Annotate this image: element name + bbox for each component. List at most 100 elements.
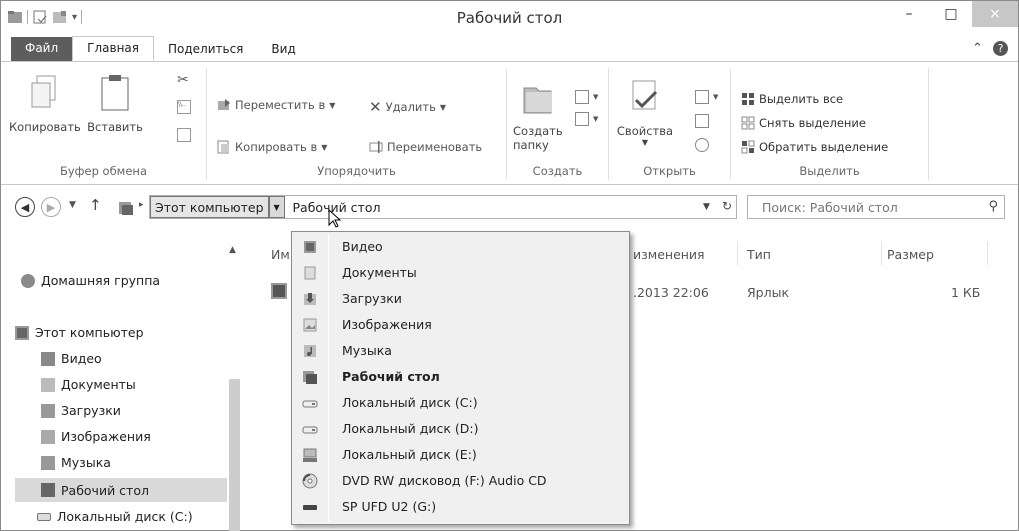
- rename-label: Переименовать: [387, 140, 483, 154]
- select-none-button[interactable]: Снять выделение: [741, 116, 866, 130]
- nav-computer[interactable]: Этот компьютер: [15, 325, 144, 340]
- breadcrumb-computer[interactable]: Этот компьютер: [150, 196, 269, 218]
- copy-button[interactable]: Копировать: [9, 74, 81, 134]
- back-button[interactable]: ◀: [15, 197, 35, 217]
- mouse-cursor-icon: [328, 209, 342, 228]
- paste-shortcut-icon[interactable]: [177, 128, 191, 142]
- chevron-down-icon: ▼: [641, 138, 649, 147]
- group-label: Упорядочить: [317, 164, 396, 178]
- scrollbar-thumb[interactable]: [229, 379, 240, 531]
- tab-home[interactable]: Главная: [72, 36, 154, 61]
- column-size-header[interactable]: Размер: [887, 247, 934, 262]
- copy-to-button[interactable]: Копировать в ▼: [217, 140, 327, 154]
- dvd-icon: [302, 473, 318, 489]
- nav-item-pictures[interactable]: Изображения: [41, 429, 151, 444]
- documents-folder-icon: [41, 377, 55, 392]
- column-date-header[interactable]: изменения: [633, 247, 705, 262]
- new-folder-label-2: папку: [513, 138, 549, 152]
- invert-selection-label: Обратить выделение: [759, 140, 889, 154]
- nav-item-video[interactable]: Видео: [41, 351, 102, 366]
- breadcrumb-chevron-icon[interactable]: ▸: [139, 200, 144, 210]
- scroll-up-icon[interactable]: ▲: [229, 245, 236, 255]
- new-folder-button[interactable]: Создать папку: [513, 78, 563, 152]
- dropdown-item-dvd[interactable]: DVD RW дисковод (F:) Audio CD: [292, 468, 629, 494]
- edit-icon[interactable]: [695, 114, 709, 128]
- maximize-button[interactable]: □: [930, 1, 972, 27]
- downloads-folder-icon: [304, 293, 316, 305]
- nav-item-label: Документы: [61, 377, 136, 392]
- up-button[interactable]: ↑: [89, 196, 102, 214]
- ribbon-tabs: Файл Главная Поделиться Вид: [1, 36, 1018, 61]
- copy-path-icon[interactable]: \\..: [177, 100, 191, 114]
- refresh-icon[interactable]: ↻: [722, 199, 732, 213]
- nav-pane-scrollbar[interactable]: ▲: [226, 241, 243, 531]
- dropdown-item-pictures[interactable]: Изображения: [292, 312, 629, 338]
- dropdown-item-documents[interactable]: Документы: [292, 260, 629, 286]
- pictures-folder-icon: [41, 429, 55, 444]
- nav-item-music[interactable]: Музыка: [41, 455, 111, 470]
- minimize-button[interactable]: –: [888, 1, 930, 27]
- collapse-ribbon-icon[interactable]: ⌃: [972, 41, 983, 56]
- copy-to-icon: [217, 140, 229, 154]
- delete-button[interactable]: ✕ Удалить ▼: [369, 98, 446, 116]
- nav-item-drive-c[interactable]: Локальный диск (C:): [37, 509, 193, 524]
- group-select: Выделить все Снять выделение Обратить вы…: [731, 68, 929, 180]
- group-open: Свойства ▼ ▼ Открыть: [609, 68, 731, 180]
- search-icon[interactable]: ⚲: [988, 199, 998, 214]
- nav-homegroup[interactable]: Домашняя группа: [21, 273, 160, 288]
- dropdown-item-label: Загрузки: [342, 291, 402, 306]
- properties-icon: [632, 80, 658, 110]
- cut-icon[interactable]: ✂: [177, 72, 189, 88]
- dropdown-item-drive-e[interactable]: Локальный диск (E:): [292, 442, 629, 468]
- rename-button[interactable]: Переименовать: [369, 140, 482, 154]
- shortcut-file-icon: [271, 283, 287, 299]
- nav-item-desktop[interactable]: Рабочий стол: [15, 478, 227, 502]
- dropdown-item-video[interactable]: Видео: [292, 234, 629, 260]
- nav-item-downloads[interactable]: Загрузки: [41, 403, 121, 418]
- new-item-icon[interactable]: ▼: [575, 90, 598, 104]
- dropdown-item-music[interactable]: Музыка: [292, 338, 629, 364]
- open-icon[interactable]: ▼: [695, 90, 718, 104]
- column-separator: [881, 241, 882, 265]
- recent-locations-icon[interactable]: ▼: [69, 200, 76, 210]
- address-history-icon[interactable]: ▼: [703, 202, 710, 213]
- dropdown-item-label: Локальный диск (D:): [342, 421, 479, 436]
- nav-item-documents[interactable]: Документы: [41, 377, 136, 392]
- group-label: Выделить: [799, 164, 860, 178]
- help-icon[interactable]: ?: [993, 41, 1008, 56]
- tab-file[interactable]: Файл: [11, 37, 73, 61]
- forward-button[interactable]: ▶: [41, 197, 61, 217]
- search-box[interactable]: Поиск: Рабочий стол ⚲: [747, 195, 1005, 219]
- group-new: Создать папку ▼ ▼ Создать: [507, 68, 609, 180]
- tab-view[interactable]: Вид: [257, 38, 309, 61]
- file-size: 1 КБ: [951, 285, 981, 300]
- dropdown-item-drive-d[interactable]: Локальный диск (D:): [292, 416, 629, 442]
- nav-computer-label: Этот компьютер: [35, 325, 144, 340]
- invert-selection-button[interactable]: Обратить выделение: [741, 140, 888, 154]
- dropdown-item-drive-c[interactable]: Локальный диск (C:): [292, 390, 629, 416]
- explorer-window: ▾ Рабочий стол – □ × Файл Главная Подели…: [0, 0, 1019, 531]
- dropdown-item-label: Локальный диск (C:): [342, 395, 478, 410]
- dropdown-item-desktop[interactable]: Рабочий стол: [292, 364, 629, 390]
- select-none-icon: [741, 116, 755, 130]
- tab-share[interactable]: Поделиться: [154, 38, 257, 61]
- select-all-label: Выделить все: [759, 92, 844, 106]
- group-organize: Переместить в ▼ Копировать в ▼ ✕ Удалить ▼ …: [207, 68, 507, 180]
- paste-button[interactable]: Вставить: [85, 74, 145, 134]
- ribbon: Копировать Вставить ✂ \\.. Буфер обмена …: [1, 61, 1018, 185]
- breadcrumb-dropdown-button[interactable]: ▼: [268, 196, 285, 218]
- nav-homegroup-label: Домашняя группа: [41, 273, 161, 288]
- move-to-button[interactable]: Переместить в ▼: [217, 98, 335, 112]
- history-icon[interactable]: [695, 138, 709, 152]
- copy-icon: [31, 75, 56, 108]
- dropdown-item-downloads[interactable]: Загрузки: [292, 286, 629, 312]
- select-all-button[interactable]: Выделить все: [741, 92, 843, 106]
- dropdown-item-usb[interactable]: SP UFD U2 (G:): [292, 494, 629, 520]
- close-button[interactable]: ×: [972, 1, 1018, 27]
- easy-access-icon[interactable]: ▼: [575, 112, 598, 126]
- column-name-header[interactable]: Им: [271, 247, 290, 262]
- address-bar[interactable]: Этот компьютер ▼ Рабочий стол ▼ ↻: [149, 195, 737, 219]
- navigation-bar: ◀ ▶ ▼ ↑ ▸ Этот компьютер ▼ Рабочий стол …: [1, 191, 1018, 225]
- column-type-header[interactable]: Тип: [747, 247, 771, 262]
- properties-button[interactable]: Свойства ▼: [615, 78, 675, 147]
